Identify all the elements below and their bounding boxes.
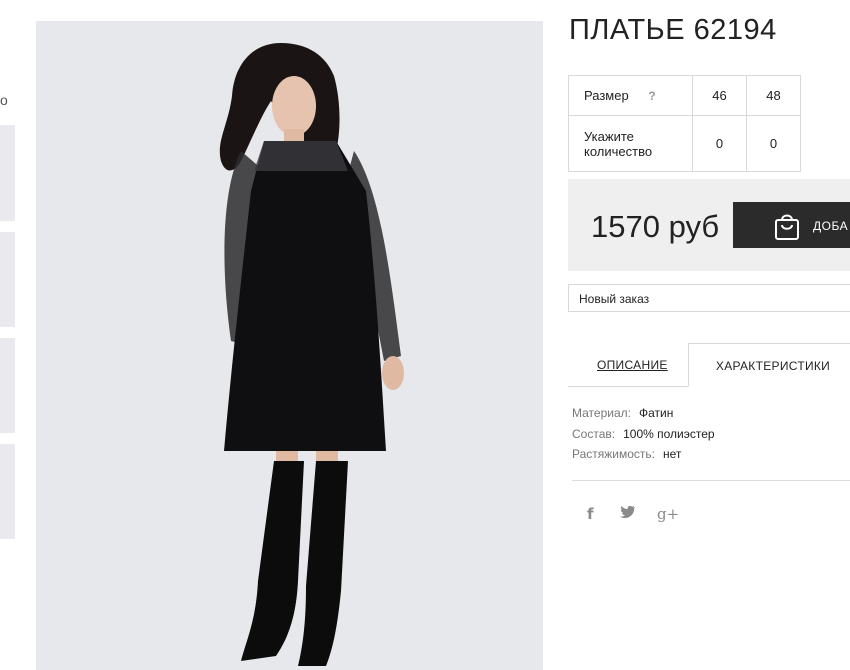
thumbnail-4[interactable] <box>0 444 15 539</box>
quantity-label-line1: Укажите <box>584 128 634 144</box>
quantity-label-line2: количество <box>584 143 653 159</box>
price: 1570 руб <box>591 209 720 244</box>
quantity-label-cell: Укажите количество <box>568 115 693 172</box>
twitter-icon[interactable] <box>620 505 636 523</box>
characteristic-row: Растяжимость: нет <box>572 447 681 461</box>
quantity-input-48[interactable]: 0 <box>746 115 801 172</box>
product-photo[interactable] <box>36 21 543 670</box>
order-select[interactable]: Новый заказ <box>568 284 850 312</box>
facebook-icon[interactable]: f <box>587 505 594 523</box>
characteristic-key: Материал: <box>572 406 631 420</box>
tab-characteristics[interactable]: ХАРАКТЕРИСТИКИ <box>688 343 850 387</box>
characteristic-row: Состав: 100% полиэстер <box>572 427 715 441</box>
product-title: ПЛАТЬЕ 62194 <box>569 14 777 46</box>
characteristic-key: Состав: <box>572 427 616 441</box>
divider <box>572 480 850 481</box>
question-icon[interactable]: ? <box>648 89 655 103</box>
size-option-48: 48 <box>746 75 801 116</box>
add-to-cart-button[interactable]: ДОБА <box>733 202 850 248</box>
characteristic-value: 100% полиэстер <box>623 427 715 441</box>
shopping-bag-icon <box>773 211 801 244</box>
price-box: 1570 руб ДОБА <box>568 179 850 271</box>
tab-description[interactable]: ОПИСАНИЕ <box>597 358 668 372</box>
characteristic-row: Материал: Фатин <box>572 406 673 420</box>
characteristic-value: нет <box>663 447 682 461</box>
thumbnail-label-fragment: o <box>0 92 8 108</box>
google-plus-icon[interactable]: g+ <box>657 505 679 523</box>
thumbnail-3[interactable] <box>0 338 15 433</box>
size-label-cell: Размер ? <box>568 75 693 116</box>
size-option-46: 46 <box>692 75 747 116</box>
thumbnail-1[interactable] <box>0 125 15 221</box>
quantity-input-46[interactable]: 0 <box>692 115 747 172</box>
add-to-cart-label: ДОБА <box>813 219 849 233</box>
characteristic-key: Растяжимость: <box>572 447 656 461</box>
characteristic-value: Фатин <box>638 406 674 420</box>
size-label: Размер <box>584 88 629 103</box>
size-table: Размер ? 46 48 Укажите количество 0 0 <box>568 75 801 172</box>
thumbnail-2[interactable] <box>0 232 15 327</box>
